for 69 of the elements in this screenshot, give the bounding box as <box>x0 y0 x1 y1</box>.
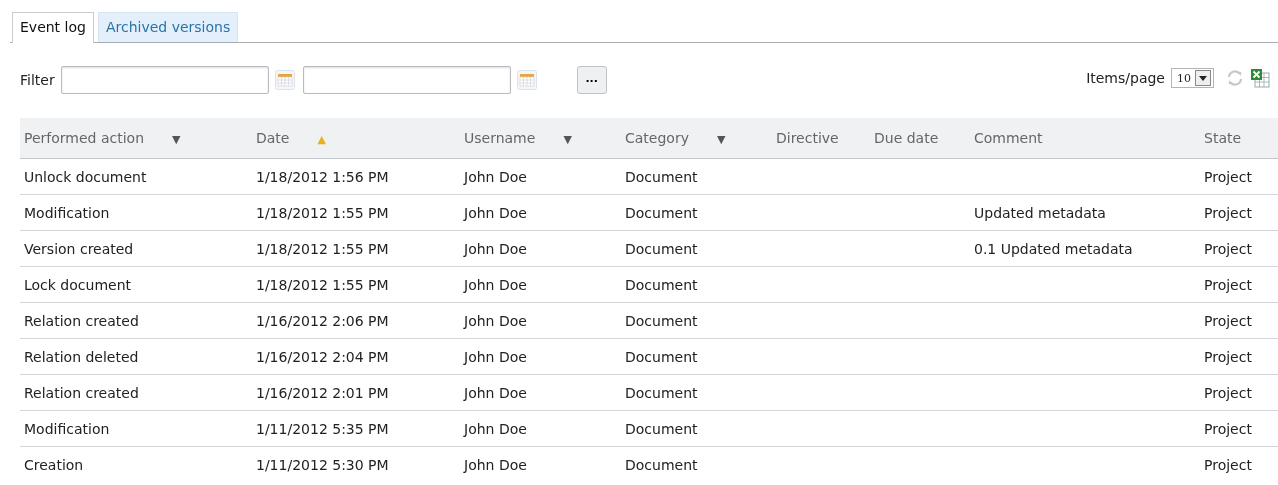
table-cell: Project <box>1204 456 1252 473</box>
table-cell: Project <box>1204 420 1252 437</box>
tab[interactable]: Archived versions <box>97 12 239 42</box>
items-per-page-select[interactable]: 10 <box>1171 68 1214 88</box>
table-cell: Project <box>1204 204 1252 221</box>
table-cell: Creation <box>24 456 84 473</box>
items-per-page-label: Items/page <box>1086 70 1165 86</box>
table-cell: John Doe <box>464 384 527 401</box>
table-cell: Document <box>625 168 698 185</box>
column-header[interactable]: Username <box>464 130 536 146</box>
table-cell: Project <box>1204 348 1252 365</box>
table-cell: Lock document <box>24 276 131 293</box>
table-cell: 1/16/2012 2:04 PM <box>256 348 389 365</box>
table-cell: John Doe <box>464 456 527 473</box>
table-cell: Document <box>625 312 698 329</box>
table-cell: Project <box>1204 168 1252 185</box>
table-cell: Document <box>625 384 698 401</box>
date-field[interactable] <box>60 66 269 94</box>
table-cell: Relation created <box>24 312 139 329</box>
caret-icon[interactable] <box>1195 70 1211 86</box>
table-cell: 1/18/2012 1:55 PM <box>256 204 389 221</box>
table-cell: 1/11/2012 5:35 PM <box>256 420 389 437</box>
date-field[interactable] <box>302 66 511 94</box>
column-header[interactable]: Date <box>256 130 290 146</box>
table-cell: 1/11/2012 5:30 PM <box>256 456 389 473</box>
table-cell: John Doe <box>464 420 527 437</box>
tab[interactable]: Event log <box>12 12 94 43</box>
table-cell: Project <box>1204 240 1252 257</box>
table-cell: Project <box>1204 384 1252 401</box>
table-cell: 1/18/2012 1:55 PM <box>256 276 389 293</box>
table-cell: John Doe <box>464 204 527 221</box>
table-cell: Project <box>1204 312 1252 329</box>
column-header[interactable]: Performed action <box>24 130 144 146</box>
table-cell: Project <box>1204 276 1252 293</box>
table-cell: John Doe <box>464 168 527 185</box>
table-cell: Document <box>625 276 698 293</box>
table-cell: Version created <box>24 240 134 257</box>
table-cell: Document <box>625 456 698 473</box>
table-cell: Unlock document <box>24 168 147 185</box>
table-cell: 0.1 Updated metadata <box>974 240 1133 257</box>
table-cell: Relation deleted <box>24 348 139 365</box>
table-cell: 1/18/2012 1:55 PM <box>256 240 389 257</box>
table-cell: John Doe <box>464 276 527 293</box>
table-cell: 1/18/2012 1:56 PM <box>256 168 389 185</box>
spreadsheet-icon[interactable] <box>1250 68 1270 88</box>
column-header[interactable]: Category <box>625 130 689 146</box>
table-cell: Document <box>625 348 698 365</box>
calendar-icon[interactable] <box>274 70 295 90</box>
table-cell: Modification <box>24 420 110 437</box>
calendar-icon[interactable] <box>516 70 537 90</box>
table-cell: John Doe <box>464 312 527 329</box>
dropdown-icon[interactable]: ▼ <box>563 133 572 146</box>
table-cell: 1/16/2012 2:01 PM <box>256 384 389 401</box>
column-header[interactable]: State <box>1204 130 1242 146</box>
table-cell: 1/16/2012 2:06 PM <box>256 312 389 329</box>
table-cell: Modification <box>24 204 110 221</box>
table-cell: Document <box>625 240 698 257</box>
table-cell: Relation created <box>24 384 139 401</box>
table-cell: Document <box>625 204 698 221</box>
table-cell: Updated metadata <box>974 204 1106 221</box>
dropdown-icon[interactable]: ▼ <box>172 133 181 146</box>
refresh-icon[interactable] <box>1226 69 1244 87</box>
column-header[interactable]: Comment <box>974 130 1043 146</box>
table-cell: John Doe <box>464 348 527 365</box>
filter-label: Filter <box>20 72 55 88</box>
dropdown-icon[interactable]: ▼ <box>716 133 726 146</box>
table-cell: John Doe <box>464 240 527 257</box>
more-button[interactable]: ... <box>576 66 607 94</box>
table-cell: Document <box>625 420 698 437</box>
